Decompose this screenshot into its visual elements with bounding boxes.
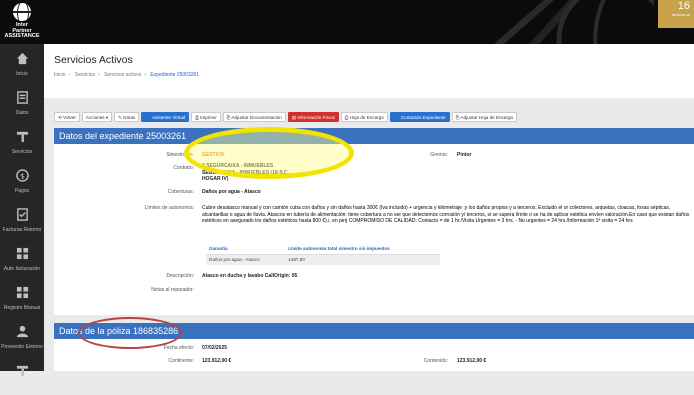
sidebar: Inter Partner ASSISTANCE Inicio Datos Se… [0, 0, 44, 377]
contrato-label: Contrato: [173, 165, 194, 171]
descripcion-label: Descripción: [166, 273, 194, 279]
contactos-label: Contactos Expediente [400, 115, 446, 120]
notas-reparador-label: Notas al reparador: [151, 287, 194, 293]
globe-watermark-icon [494, 0, 654, 44]
expediente-panel: Datos del expediente 25003261 Siniestro … [54, 128, 694, 315]
sidebar-item-inicio[interactable]: Inicio [0, 44, 44, 83]
sidebar-item-label: Registro Manual [3, 305, 41, 311]
sidebar-item-facturas-retorno[interactable]: Facturas Retorno [0, 200, 44, 239]
coberturas-label: Coberturas: [167, 189, 194, 195]
sidebar-item-pagos[interactable]: $ Pagos [0, 161, 44, 200]
grid-icon [16, 286, 28, 299]
imprimir-label: Imprimir [200, 115, 217, 120]
home-icon [16, 52, 28, 65]
info-fiscal-label: Información Fiscal [297, 115, 335, 120]
volver-button[interactable]: ⟲ Volver [54, 112, 80, 122]
brand-logo[interactable]: Inter Partner ASSISTANCE [0, 0, 44, 44]
sidebar-item-label: Facturas Retorno [2, 227, 42, 233]
database-icon [16, 91, 28, 104]
continente-label: Continente: [168, 358, 194, 364]
adjuntar-hoja-label: Adjuntar Hoja de Encargo [460, 115, 514, 120]
hoja-encargo-button[interactable]: ⎙ Hoja de Encargo [340, 112, 388, 122]
sidebar-item-label: Servicios [11, 149, 33, 155]
sidebar-item-label: Proveedor Externo [1, 344, 43, 350]
sidebar-item-label: Inicio [16, 71, 28, 77]
sidebar-item-servicios[interactable]: Servicios [0, 122, 44, 161]
badge-text: servicios ca [671, 13, 690, 17]
adjuntar-hoja-encargo-button[interactable]: ⎘ Adjuntar Hoja de Encargo [451, 112, 518, 122]
table-cell-limite: 1487,60 [285, 254, 440, 265]
adjuntar-doc-label: Adjuntar Documentación [231, 115, 282, 120]
contenido-label: Contenido: [423, 358, 448, 364]
coberturas-value: Daños por agua - Atasco [202, 189, 261, 195]
adjuntar-documentacion-button[interactable]: ⎘ Adjuntar Documentación [222, 112, 286, 122]
logo-text-line3: ASSISTANCE [4, 33, 40, 39]
asistente-label: Asistente Virtual [152, 115, 186, 120]
sidebar-item-registro-manual[interactable]: Registro Manual [0, 278, 44, 317]
expediente-title: Datos del expediente 25003261 [54, 128, 694, 144]
dollar-icon: $ [15, 169, 29, 182]
continente-value: 123.912,00 € [202, 358, 232, 364]
acciones-dropdown[interactable]: Acciones ▾ [81, 112, 113, 122]
page-title: Servicios Activos [54, 54, 133, 66]
notas-button[interactable]: ✎ Notas [114, 112, 140, 122]
imprimir-button[interactable]: ⎙ Imprimir [191, 112, 221, 122]
sidebar-item-more[interactable] [0, 356, 44, 395]
volver-label: Volver [63, 115, 76, 120]
yellow-highlight-annotation [184, 127, 354, 179]
breadcrumb-servicios-activos[interactable]: Servicios activos [104, 72, 141, 78]
breadcrumb: Inicio › Servicios › Servicios activos › Ex… [54, 72, 200, 78]
grid-icon [16, 247, 28, 260]
sidebar-item-datos[interactable]: Datos [0, 83, 44, 122]
asistente-virtual-button[interactable]: 👤 Asistente Virtual [141, 112, 190, 122]
svg-text:$: $ [20, 171, 25, 180]
table-header-limite: Límite autonomía total siniestro sin imp… [285, 243, 440, 255]
notas-label: Notas [123, 115, 136, 120]
sidebar-item-label: Datos [15, 110, 29, 116]
globe-logo-icon [13, 3, 31, 21]
top-bar: 16 servicios ca [0, 0, 694, 44]
red-highlight-annotation [78, 317, 182, 349]
sidebar-item-label: Pagos [14, 188, 30, 194]
contactos-expediente-button[interactable]: 👤 Contactos Expediente [389, 112, 450, 122]
breadcrumb-expediente: Expediente 25003261 [150, 72, 200, 78]
badge-number: 16 [677, 0, 690, 12]
contenido-value: 123.912,00 € [457, 358, 487, 364]
gremio-label: Gremio: [430, 152, 448, 158]
services-count-badge[interactable]: 16 servicios ca [658, 0, 694, 28]
informacion-fiscal-button[interactable]: ▤ Información Fiscal [287, 112, 339, 122]
table-header-garantia: Garantía [206, 243, 286, 255]
breadcrumb-servicios[interactable]: Servicios [75, 72, 95, 78]
wrench-icon [16, 131, 28, 143]
table-row: Daños por agua - Atasco 1487,60 [206, 254, 440, 265]
user-icon [16, 325, 28, 338]
sidebar-item-proveedor-externo[interactable]: Proveedor Externo [0, 317, 44, 356]
action-toolbar: ⟲ Volver Acciones ▾ ✎ Notas 👤 Asistente … [54, 112, 518, 122]
gremio-value: Pintor [457, 152, 472, 158]
limites-text: Cubre desatasco manual y con camión cuba… [202, 205, 690, 224]
limites-label: Límites de autonomía: [144, 205, 194, 211]
table-cell-garantia: Daños por agua - Atasco [206, 254, 286, 265]
breadcrumb-inicio[interactable]: Inicio [54, 72, 66, 78]
page-header: Servicios Activos Inicio › Servicios › Ser… [44, 44, 694, 98]
sidebar-item-label: Auto facturación [3, 266, 41, 272]
hoja-encargo-label: Hoja de Encargo [349, 115, 384, 120]
garantia-table: Garantía Límite autonomía total siniestr… [206, 243, 440, 265]
document-check-icon [16, 208, 28, 221]
sidebar-item-auto-facturacion[interactable]: Auto facturación [0, 239, 44, 278]
fecha-efecto-value: 07/02/2025 [202, 345, 228, 351]
descripcion-value: Atasco en ducha y lavabo CallOrigin: 05 [202, 273, 298, 279]
